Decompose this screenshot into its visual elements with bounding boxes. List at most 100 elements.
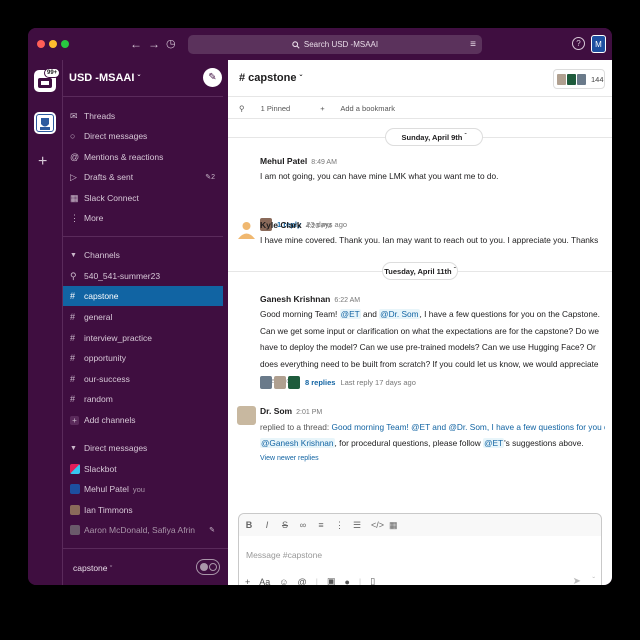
add-bookmark-button[interactable]: + Add a bookmark — [320, 104, 409, 113]
thread-quote-link[interactable]: Good morning Team! @ET and @Dr. Som, I h… — [332, 422, 606, 432]
sidebar-item-random[interactable]: # random — [63, 389, 223, 409]
sidebar-item-slack-connect[interactable]: ▦ Slack Connect — [63, 188, 223, 208]
sidebar-item-540-541-summer23[interactable]: ⚲ 540_541-summer23 — [63, 266, 223, 286]
view-newer-replies-link[interactable]: View newer replies — [260, 451, 605, 468]
divider — [228, 96, 612, 97]
footer-channel[interactable]: capstone ˇ — [73, 563, 112, 573]
sidebar-item-our-success[interactable]: # our-success — [63, 369, 223, 389]
sidebar-item-slackbot[interactable]: Slackbot — [63, 459, 223, 479]
notification-badge: 99+ — [44, 68, 61, 78]
hash-icon: # — [70, 291, 76, 301]
plus-icon[interactable]: + — [245, 577, 250, 586]
microphone-icon[interactable]: ● — [344, 577, 349, 586]
back-arrow-icon[interactable]: ← — [130, 37, 142, 51]
thread-replies[interactable]: 8 replies Last reply 17 days ago — [260, 376, 416, 389]
sidebar: USD -MSAAI ˇ ✎ ✉ Threads ○ Direct messages… — [62, 60, 259, 585]
filter-icon[interactable]: ≡ — [470, 39, 476, 50]
video-icon[interactable]: ▣ — [327, 576, 336, 585]
add-workspace-button[interactable]: + — [38, 154, 47, 170]
channels-section-header[interactable]: ▼ Channels — [63, 245, 223, 265]
strikethrough-button[interactable]: S — [281, 520, 289, 530]
numbered-list-icon[interactable]: ☰ — [353, 520, 361, 531]
mention-et[interactable]: @ET — [339, 309, 361, 319]
forward-arrow-icon[interactable]: → — [148, 37, 160, 51]
sidebar-item-general[interactable]: # general — [63, 307, 223, 327]
chevron-down-icon[interactable]: ˇ — [592, 576, 595, 585]
mention-et[interactable]: @ET — [483, 438, 505, 448]
maximize-window-button[interactable] — [61, 40, 69, 48]
search-placeholder: Search USD -MSAAI — [303, 40, 379, 49]
workspace-name[interactable]: USD -MSAAI ˇ — [69, 72, 140, 84]
send-icon[interactable]: ➤ — [573, 576, 581, 585]
reply-count[interactable]: 8 replies — [305, 378, 335, 387]
add-channels-button[interactable]: + Add channels — [63, 410, 223, 430]
dm-label: Ian Timmons — [84, 505, 133, 515]
text-format-button[interactable]: Aa — [259, 577, 270, 586]
avatar[interactable]: G — [237, 294, 256, 313]
message-time[interactable]: 2:01 PM — [296, 409, 322, 416]
message-time[interactable]: 8:49 AM — [311, 159, 337, 166]
message-time[interactable]: 4:20 PM — [306, 223, 332, 230]
message-author[interactable]: Ganesh Krishnan 6:22 AM — [260, 294, 360, 304]
mention-icon[interactable]: @ — [297, 577, 306, 586]
day-pill[interactable]: Sunday, April 9th ˇ — [385, 128, 483, 146]
bulleted-list-icon[interactable]: ⋮ — [335, 520, 344, 531]
sidebar-item-threads[interactable]: ✉ Threads — [63, 106, 223, 126]
avatar — [70, 484, 80, 495]
sidebar-item-interview-practice[interactable]: # interview_practice — [63, 328, 223, 348]
sidebar-item-ian-timmons[interactable]: Ian Timmons — [63, 500, 223, 520]
section-label: Direct messages — [84, 443, 148, 453]
avatar — [288, 376, 300, 389]
toggle-knob — [200, 563, 208, 571]
bookmarks-bar: ⚲ 1 Pinned + Add a bookmark — [239, 104, 423, 113]
message-input[interactable]: Message #capstone — [246, 550, 322, 560]
channel-label: 540_541-summer23 — [84, 271, 161, 281]
code-icon[interactable]: </> — [371, 520, 384, 530]
sidebar-item-opportunity[interactable]: # opportunity — [63, 348, 223, 368]
huddle-toggle[interactable] — [196, 559, 220, 575]
pinned-button[interactable]: ⚲ 1 Pinned — [239, 104, 304, 113]
message-author[interactable]: Mehul Patel 8:49 AM — [260, 156, 337, 166]
sidebar-item-direct-messages[interactable]: ○ Direct messages — [63, 126, 223, 146]
mention-dr-som[interactable]: @Dr. Som — [379, 309, 420, 319]
dm-label: Mehul Patel — [84, 484, 129, 494]
chevron-down-icon: ˇ — [299, 74, 303, 83]
avatar[interactable] — [237, 220, 256, 239]
sidebar-footer: capstone ˇ — [63, 548, 229, 585]
minimize-window-button[interactable] — [49, 40, 57, 48]
sidebar-item-mehul-patel[interactable]: Mehul Patel you — [63, 479, 223, 499]
caret-down-icon: ▼ — [70, 251, 77, 259]
user-avatar[interactable]: M — [591, 35, 606, 53]
bold-button[interactable]: B — [245, 520, 253, 530]
workspace-icon-1[interactable]: 99+ — [34, 68, 61, 92]
history-clock-icon[interactable]: ◷ — [166, 37, 176, 51]
message-author[interactable]: Dr. Som 2:01 PM — [260, 406, 322, 416]
pencil-icon: ✎ — [209, 527, 215, 534]
message-author[interactable]: Kyle Clark 4:20 PM — [260, 220, 332, 230]
message-time[interactable]: 6:22 AM — [334, 297, 360, 304]
avatar[interactable]: M — [237, 156, 256, 175]
dm-section-header[interactable]: ▼ Direct messages — [63, 438, 223, 458]
sidebar-item-capstone[interactable]: # capstone — [63, 286, 223, 306]
search-bar[interactable]: Search USD -MSAAI ≡ — [188, 35, 482, 54]
ordered-list-icon[interactable]: ≡ — [317, 520, 325, 530]
mention-ganesh[interactable]: @Ganesh Krishnan — [260, 438, 335, 448]
code-block-icon[interactable]: ▦ — [389, 520, 398, 531]
shortcuts-icon[interactable]: ▯ — [370, 576, 375, 585]
workspace-icon-2[interactable] — [34, 112, 56, 134]
sidebar-item-drafts[interactable]: ▷ Drafts & sent ✎2 — [63, 167, 223, 187]
help-button[interactable]: ? — [572, 37, 585, 50]
close-window-button[interactable] — [37, 40, 45, 48]
sidebar-item-mentions[interactable]: @ Mentions & reactions — [63, 147, 223, 167]
avatar[interactable] — [237, 406, 256, 425]
compose-button[interactable]: ✎ — [203, 68, 222, 87]
link-icon[interactable]: ∞ — [299, 520, 307, 530]
sidebar-item-label: Mentions & reactions — [84, 152, 164, 162]
channel-title[interactable]: # capstone ˇ — [239, 72, 302, 84]
italic-button[interactable]: I — [263, 520, 271, 530]
sidebar-item-aaron-safiya[interactable]: Aaron McDonald, Safiya Afrin ✎ — [63, 520, 223, 540]
day-pill[interactable]: Tuesday, April 11th ˇ — [382, 262, 458, 280]
members-button[interactable]: 144 — [553, 69, 605, 89]
sidebar-item-more[interactable]: ⋮ More — [63, 208, 223, 228]
emoji-icon[interactable]: ☺ — [279, 577, 288, 586]
